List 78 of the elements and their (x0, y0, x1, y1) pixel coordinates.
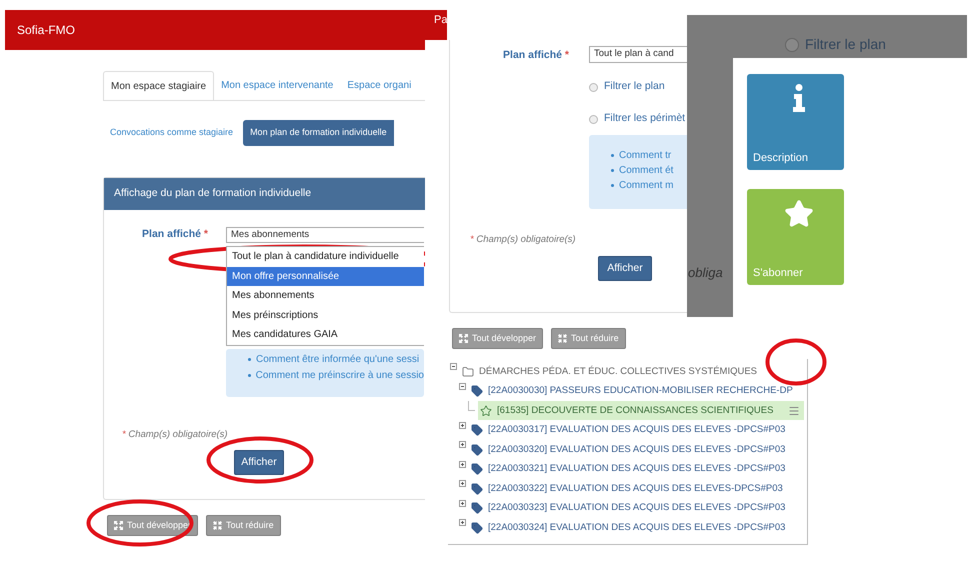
tree-label: [22A0030321] EVALUATION DES ACQUIS DES ELEVES -DPCS#P03 (488, 462, 786, 476)
collapse-node-icon[interactable] (459, 382, 466, 390)
tag-icon (471, 502, 483, 514)
plan-select[interactable]: Tout le plan à cand (589, 46, 687, 63)
tree-label: [22A0030323] EVALUATION DES ACQUIS DES ELEVES -DPCS#P03 (488, 501, 786, 516)
expand-node-icon[interactable] (459, 422, 466, 428)
help-link[interactable]: Comment ét (619, 163, 674, 178)
header-link[interactable]: Pa (434, 12, 447, 28)
folder-icon (462, 366, 474, 378)
tile-label: Description (753, 150, 808, 166)
expand-node-icon[interactable] (459, 519, 466, 526)
tree-label: [22A0030320] EVALUATION DES ACQUIS DES ELEVES -DPCS#P03 (488, 442, 786, 457)
dropdown-option[interactable]: Mes candidatures GAIA (227, 325, 424, 344)
tree-label: [22A0030322] EVALUATION DES ACQUIS DES ELEVES-DPCS#P03 (488, 482, 783, 496)
checkbox-label: Filtrer le plan (604, 79, 665, 94)
show-button[interactable]: Afficher (598, 256, 652, 282)
collapse-node-icon[interactable] (450, 363, 457, 370)
sub-tab[interactable]: Convocations comme stagiaire (103, 120, 240, 146)
required-note: * Champ(s) obligatoire(s) (470, 233, 577, 247)
star-icon (784, 199, 814, 229)
dropdown-option[interactable]: Mes préinscriptions (227, 306, 424, 325)
tab[interactable]: Mon espace stagiaire (103, 71, 214, 100)
help-link[interactable]: Comment tr (619, 148, 672, 163)
tile-label: S'abonner (753, 266, 803, 280)
tree-label: [22A0030030] PASSEURS EDUCATION-MOBILISER RECHERCHE-DP (488, 384, 793, 398)
tree-row[interactable]: DÉMARCHES PÉDA. ET ÉDUC. COLLECTIVES SYSTÉMIQUES (460, 362, 762, 382)
dropdown-option[interactable]: Mes abonnements (227, 286, 424, 306)
tree-row[interactable]: [22A0030321] EVALUATION DES ACQUIS DES ELEVES -DPCS#P03 (469, 460, 790, 479)
tree-row[interactable]: [22A0030322] EVALUATION DES ACQUIS DES ELEVES-DPCS#P03 (469, 479, 787, 498)
checkbox-label: Filtrer les périmèt (604, 111, 686, 126)
help-link[interactable]: Comment m (619, 178, 674, 193)
plan-select[interactable]: Mes abonnements (226, 227, 424, 243)
required-note: * Champ(s) obligatoire(s) (122, 428, 229, 442)
field-label: Plan affiché * (502, 48, 569, 63)
expand-node-icon[interactable] (459, 441, 466, 448)
field-label: Plan affiché * (141, 227, 208, 242)
info-icon (792, 84, 806, 112)
checkbox-label: Filtrer le plan (805, 35, 886, 54)
tree-session-row[interactable]: [61535] DECOUVERTE DE CONNAISSANCES SCIENTIFIQUES (478, 401, 804, 420)
tab[interactable]: Espace organi (340, 71, 418, 100)
tree-row[interactable]: [22A0030323] EVALUATION DES ACQUIS DES ELEVES -DPCS#P03 (469, 498, 790, 518)
tree-label: [61535] DECOUVERTE DE CONNAISSANCES SCIENTIFIQUES (497, 404, 774, 418)
tree-row[interactable]: [22A0030030] PASSEURS EDUCATION-MOBILISER RECHERCHE-DP (469, 382, 797, 401)
checkbox[interactable] (589, 82, 598, 92)
tab[interactable]: Mon espace intervenante (214, 71, 340, 100)
help-link[interactable]: Comment me préinscrire à une sessio (256, 368, 424, 383)
tag-icon (471, 522, 483, 534)
collapse-arrows-icon (558, 334, 568, 343)
tag-icon (471, 385, 483, 398)
expand-node-icon[interactable] (459, 460, 466, 468)
expand-node-icon[interactable] (459, 500, 466, 506)
annotation-ellipse (765, 338, 827, 386)
checkbox[interactable] (589, 114, 598, 124)
tree-row[interactable]: [22A0030317] EVALUATION DES ACQUIS DES ELEVES -DPCS#P03 (469, 420, 790, 440)
collapse-arrows-icon (213, 521, 222, 530)
tag-icon (471, 444, 483, 456)
expand-arrows-icon (114, 521, 123, 530)
tree-row[interactable]: [22A0030324] EVALUATION DES ACQUIS DES ELEVES -DPCS#P03 (469, 518, 790, 538)
tag-icon (471, 463, 483, 476)
help-link[interactable]: Comment être informée qu'une sessi (256, 352, 420, 367)
tree-label: DÉMARCHES PÉDA. ET ÉDUC. COLLECTIVES SYSTÉMIQUES (479, 364, 758, 379)
hidden-text: obliga (688, 264, 723, 282)
expand-node-icon[interactable] (459, 480, 466, 487)
card-title: Affichage du plan de formation individuelle (114, 186, 312, 202)
sub-tab[interactable]: Mon plan de formation individuelle (243, 120, 394, 146)
tree-row[interactable]: [22A0030320] EVALUATION DES ACQUIS DES ELEVES -DPCS#P03 (469, 440, 790, 460)
dropdown-option[interactable]: Mon offre personnalisée (227, 266, 424, 286)
tag-icon (471, 424, 483, 436)
expand-arrows-icon (459, 334, 468, 343)
checkbox[interactable] (785, 38, 799, 52)
star-icon (480, 404, 492, 417)
tree-label: [22A0030317] EVALUATION DES ACQUIS DES ELEVES -DPCS#P03 (488, 423, 786, 438)
tag-icon (471, 482, 483, 495)
brand-title: Sofia-FMO (17, 22, 76, 39)
show-button[interactable]: Afficher (234, 450, 284, 476)
menu-icon[interactable] (788, 404, 800, 417)
tree-label: [22A0030324] EVALUATION DES ACQUIS DES ELEVES -DPCS#P03 (488, 520, 786, 535)
description-tile[interactable]: Description (747, 74, 844, 170)
